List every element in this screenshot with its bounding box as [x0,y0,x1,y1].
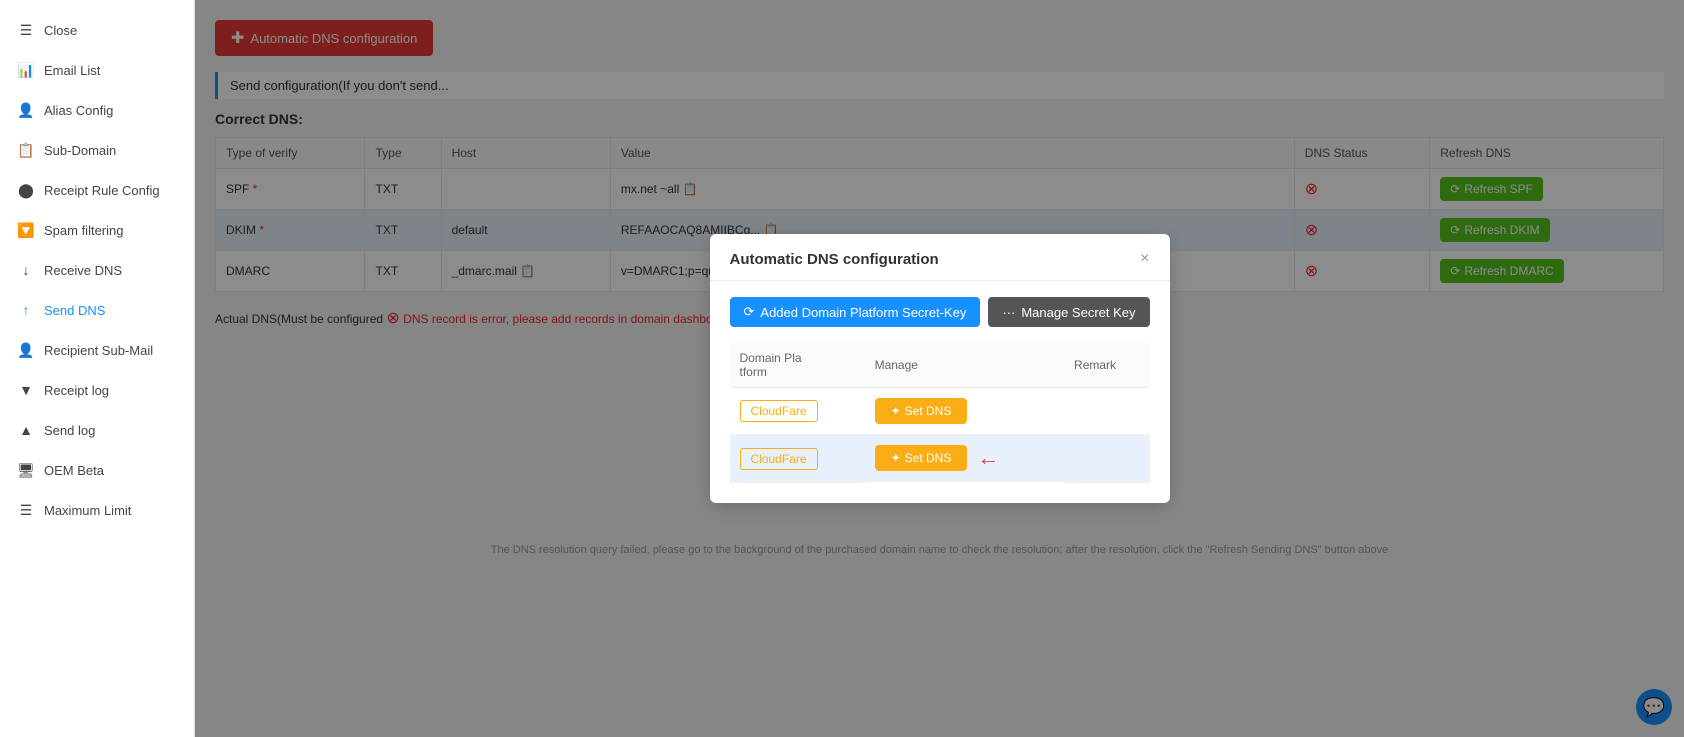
modal-overlay: Automatic DNS configuration × ⟳ Added Do… [195,0,1684,737]
flag-icon: ✦ [891,404,901,418]
sidebar-item-send-dns[interactable]: ↑ Send DNS [0,290,194,330]
modal-col-remark: Remark [1064,343,1149,388]
modal-header: Automatic DNS configuration × [710,234,1170,281]
sidebar-item-sub-domain[interactable]: 📋 Sub-Domain [0,130,194,170]
main-content: ✚ Automatic DNS configuration Send confi… [195,0,1684,737]
set-dns-button-2[interactable]: ✦ Set DNS [875,445,968,471]
sidebar-item-recipient-sub-mail[interactable]: 👤 Recipient Sub-Mail [0,330,194,370]
modal-body: ⟳ Added Domain Platform Secret-Key ··· M… [710,281,1170,503]
sidebar-item-receipt-log[interactable]: ▼ Receipt log [0,370,194,410]
close-icon: ☰ [18,22,34,38]
sidebar-item-receive-dns[interactable]: ↓ Receive DNS [0,250,194,290]
user-icon: 👤 [18,102,34,118]
tab-added-secret-key[interactable]: ⟳ Added Domain Platform Secret-Key [730,297,981,327]
modal-table-row: CloudFare ✦ Set DNS [730,388,1150,435]
sidebar-item-email-list[interactable]: 📊 Email List [0,50,194,90]
sidebar-item-close[interactable]: ☰ Close [0,10,194,50]
manage-cell-2[interactable]: ✦ Set DNS ← [865,435,1064,482]
modal-col-platform: Domain Platform [730,343,865,388]
modal-table: Domain Platform Manage Remark CloudFare [730,343,1150,483]
recipient-icon: 👤 [18,342,34,358]
arrow-down-icon: ↓ [18,262,34,278]
set-dns-button-1[interactable]: ✦ Set DNS [875,398,968,424]
sidebar-item-maximum-limit[interactable]: ☰ Maximum Limit [0,490,194,530]
sidebar-item-oem-beta[interactable]: 🖥 OEM Beta [0,450,194,490]
modal-table-row: CloudFare ✦ Set DNS ← [730,435,1150,483]
chevron-down-icon: ▼ [18,382,34,398]
platform-cell-1: CloudFare [730,388,865,435]
remark-cell-1 [1064,388,1149,435]
modal: Automatic DNS configuration × ⟳ Added Do… [710,234,1170,503]
red-arrow-icon: ← [977,445,999,471]
sidebar-item-spam-filtering[interactable]: 🔽 Spam filtering [0,210,194,250]
list-icon: 📋 [18,142,34,158]
chevron-up-icon: ▲ [18,422,34,438]
refresh-icon-small: ⟳ [744,304,755,320]
dots-icon: ··· [1002,305,1015,320]
sidebar-item-alias-config[interactable]: 👤 Alias Config [0,90,194,130]
platform-badge: CloudFare [740,448,818,470]
menu-icon: ☰ [18,502,34,518]
platform-badge: CloudFare [740,400,818,422]
modal-col-manage: Manage [865,343,1064,388]
modal-close-button[interactable]: × [1140,250,1149,268]
app-container: ☰ Close 📊 Email List 👤 Alias Config 📋 Su… [0,0,1684,737]
manage-cell-1[interactable]: ✦ Set DNS [865,388,1064,435]
arrow-up-icon: ↑ [18,302,34,318]
tab-manage-secret-key[interactable]: ··· Manage Secret Key [988,297,1149,327]
sidebar: ☰ Close 📊 Email List 👤 Alias Config 📋 Su… [0,0,195,737]
sidebar-item-send-log[interactable]: ▲ Send log [0,410,194,450]
sidebar-item-receipt-rule-config[interactable]: ⬤ Receipt Rule Config [0,170,194,210]
modal-title: Automatic DNS configuration [730,251,939,268]
circle-icon: ⬤ [18,182,34,198]
platform-cell-2: CloudFare [730,435,865,483]
bar-chart-icon: 📊 [18,62,34,78]
monitor-icon: 🖥 [18,462,34,478]
modal-tab-row: ⟳ Added Domain Platform Secret-Key ··· M… [730,297,1150,327]
flag-icon: ✦ [891,451,901,465]
remark-cell-2 [1064,435,1149,483]
filter-icon: 🔽 [18,222,34,238]
